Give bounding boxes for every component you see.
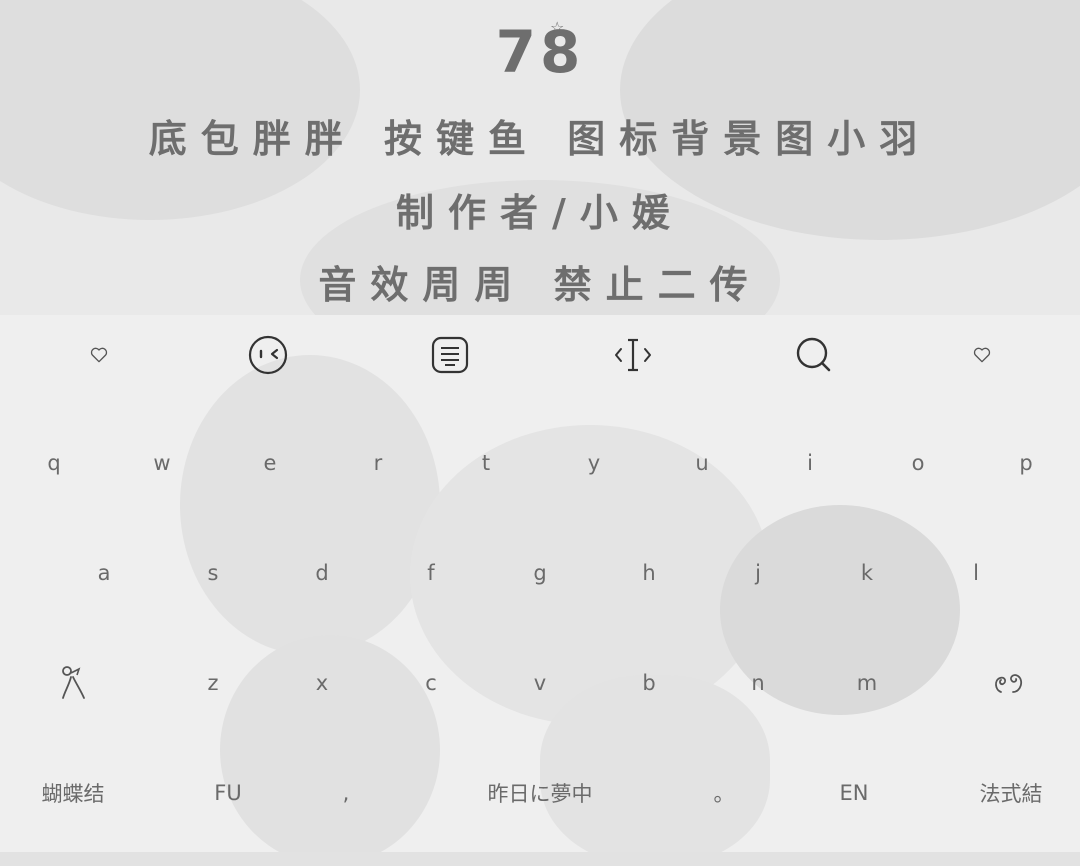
credit-line-2: 制作者/小媛 xyxy=(396,191,684,235)
comma-key[interactable]: , xyxy=(292,753,400,833)
key-r[interactable]: r xyxy=(324,423,432,503)
key-l[interactable]: l xyxy=(922,533,1030,613)
key-j[interactable]: j xyxy=(704,533,812,613)
backspace-key[interactable] xyxy=(955,643,1063,723)
key-c[interactable]: c xyxy=(377,643,485,723)
key-z[interactable]: z xyxy=(159,643,267,723)
cursor-move-icon[interactable] xyxy=(605,327,661,383)
sparkle-icon: ☆ xyxy=(550,18,565,37)
heart-icon[interactable] xyxy=(954,327,1010,383)
symbol-key[interactable]: 蝴蝶结 xyxy=(10,753,136,833)
space-key[interactable]: 昨日に夢中 xyxy=(410,753,670,833)
shift-key[interactable] xyxy=(20,643,128,723)
key-k[interactable]: k xyxy=(813,533,921,613)
key-n[interactable]: n xyxy=(704,643,812,723)
period-key[interactable]: 。 xyxy=(670,753,778,833)
curl-figure-icon xyxy=(995,674,1023,693)
key-q[interactable]: q xyxy=(0,423,108,503)
key-b[interactable]: b xyxy=(595,643,703,723)
keyboard-toolbar xyxy=(0,315,1080,393)
key-y[interactable]: y xyxy=(540,423,648,503)
key-d[interactable]: d xyxy=(268,533,376,613)
credits-banner: 78 ☆ 底包胖胖 按键鱼 图标背景图小羽 制作者/小媛 音效周周 禁止二传 xyxy=(0,0,1080,315)
key-row-1: q w e r t y u i o p xyxy=(0,423,1080,503)
keyboard-layout-icon[interactable] xyxy=(422,327,478,383)
key-w[interactable]: w xyxy=(108,423,216,503)
fu-key[interactable]: FU xyxy=(174,753,282,833)
key-h[interactable]: h xyxy=(595,533,703,613)
key-i[interactable]: i xyxy=(756,423,864,503)
key-u[interactable]: u xyxy=(648,423,756,503)
key-row-bottom: 蝴蝶结 FU , 昨日に夢中 。 EN 法式結 xyxy=(0,753,1080,833)
keyboard: q w e r t y u i o p a s d f g h j k l z … xyxy=(0,315,1080,866)
key-v[interactable]: v xyxy=(486,643,594,723)
key-t[interactable]: t xyxy=(432,423,540,503)
key-row-2: a s d f g h j k l xyxy=(0,533,1080,613)
enter-key[interactable]: 法式結 xyxy=(948,753,1074,833)
emoji-face-icon[interactable] xyxy=(240,327,296,383)
key-row-3: z x c v b n m xyxy=(0,643,1080,723)
key-o[interactable]: o xyxy=(864,423,972,503)
language-switch-key[interactable]: EN xyxy=(800,753,908,833)
key-x[interactable]: x xyxy=(268,643,376,723)
bow-figure-icon xyxy=(62,666,85,699)
keyboard-bottom-strip xyxy=(0,852,1080,866)
key-m[interactable]: m xyxy=(813,643,921,723)
key-e[interactable]: e xyxy=(216,423,324,503)
heart-icon[interactable] xyxy=(71,327,127,383)
key-f[interactable]: f xyxy=(377,533,485,613)
key-g[interactable]: g xyxy=(486,533,594,613)
credit-line-1: 底包胖胖 按键鱼 图标背景图小羽 xyxy=(148,117,932,161)
key-s[interactable]: s xyxy=(159,533,267,613)
key-p[interactable]: p xyxy=(972,423,1080,503)
search-icon[interactable] xyxy=(786,327,842,383)
credit-line-3: 音效周周 禁止二传 xyxy=(318,263,762,307)
banner-number: 78 xyxy=(495,18,585,86)
key-a[interactable]: a xyxy=(50,533,158,613)
